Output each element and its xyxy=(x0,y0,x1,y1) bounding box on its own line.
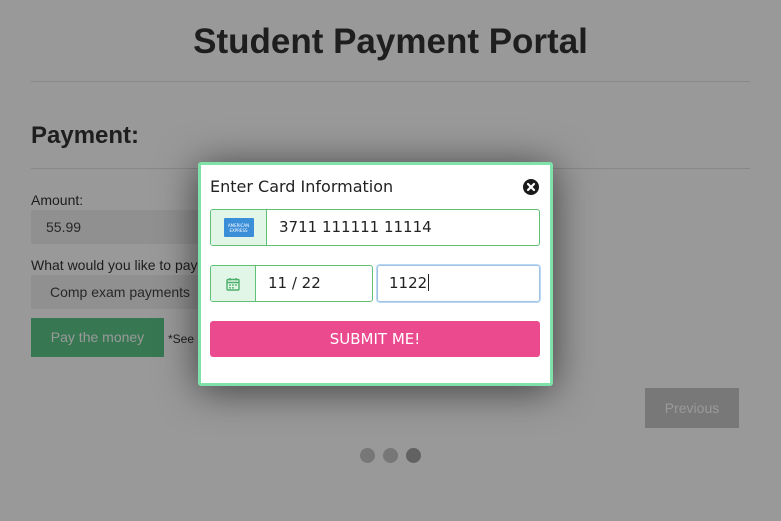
calendar-icon xyxy=(226,277,240,291)
expiry-input[interactable]: 11 / 22 xyxy=(256,266,372,301)
submit-button[interactable]: SUBMIT ME! xyxy=(210,321,540,357)
expiry-group: 11 / 22 xyxy=(210,265,373,302)
close-icon[interactable] xyxy=(523,179,539,195)
cvc-input[interactable]: 1122 xyxy=(377,265,540,302)
card-brand-addon: AMERICAN EXPRESS xyxy=(211,210,267,245)
text-caret xyxy=(428,274,430,291)
amex-card-icon: AMERICAN EXPRESS xyxy=(223,218,254,237)
card-number-group: AMERICAN EXPRESS 3711 111111 11114 xyxy=(210,209,540,246)
card-modal: Enter Card Information AMERICAN EXPRESS 3… xyxy=(198,162,553,386)
cvc-value: 1122 xyxy=(389,274,428,292)
calendar-addon xyxy=(211,266,256,301)
modal-title: Enter Card Information xyxy=(210,177,394,196)
card-number-input[interactable]: 3711 111111 11114 xyxy=(267,210,539,245)
